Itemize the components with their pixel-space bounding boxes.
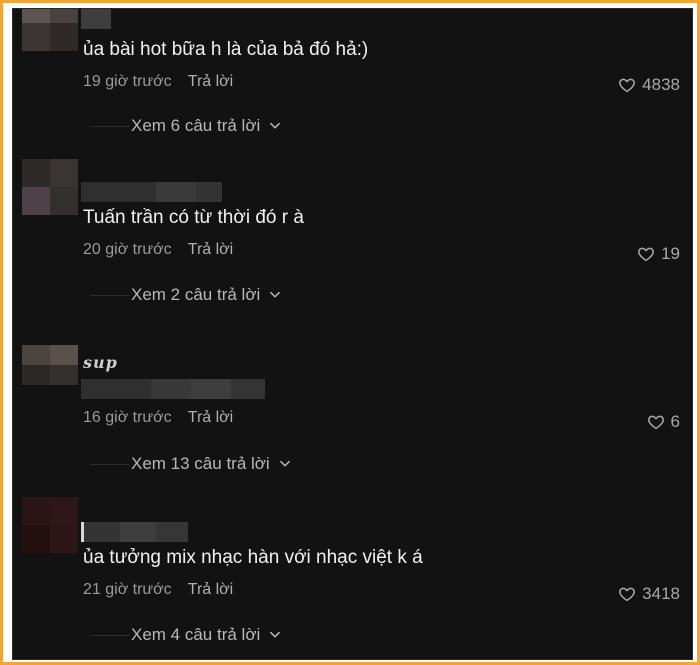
comment-time: 19 giờ trước xyxy=(83,73,172,90)
redaction-block xyxy=(151,379,191,399)
username-redacted[interactable] xyxy=(81,9,111,29)
avatar[interactable] xyxy=(22,9,78,51)
redaction-block xyxy=(120,522,156,542)
username-handle[interactable]: sup xyxy=(83,353,118,372)
redaction-block xyxy=(81,9,111,29)
comment-time: 16 giờ trước xyxy=(83,409,172,426)
avatar-pixel xyxy=(22,187,50,215)
like-count: 4838 xyxy=(642,75,680,94)
view-replies-button[interactable]: Xem 2 câu trả lời xyxy=(90,285,282,305)
like-button[interactable]: 3418 xyxy=(618,584,680,604)
avatar[interactable] xyxy=(22,159,78,215)
avatar-pixel xyxy=(22,345,50,365)
chevron-down-icon xyxy=(270,122,281,129)
comment-time: 21 giờ trước xyxy=(83,581,172,598)
view-replies-label: Xem 6 câu trả lời xyxy=(131,116,261,135)
like-button[interactable]: 6 xyxy=(647,412,680,432)
reply-button[interactable]: Trả lời xyxy=(188,409,233,426)
chevron-down-icon xyxy=(270,291,281,298)
avatar-pixel xyxy=(22,365,50,385)
like-count: 6 xyxy=(670,412,680,431)
comment-item: ủa tưởng mix nhạc hàn với nhạc việt k á … xyxy=(13,497,692,657)
reply-button[interactable]: Trả lời xyxy=(188,73,233,90)
heart-outline-icon xyxy=(638,247,654,262)
redaction-block xyxy=(84,522,120,542)
image-frame: ủa bài hot bữa h là của bả đó hả:) 19 gi… xyxy=(0,0,700,665)
avatar-pixel xyxy=(50,497,78,525)
avatar-pixel xyxy=(50,365,78,385)
view-replies-label: Xem 4 câu trả lời xyxy=(131,625,261,644)
comment-text: ủa bài hot bữa h là của bả đó hả:) xyxy=(83,39,369,60)
replies-divider xyxy=(90,294,130,296)
redaction-block xyxy=(156,522,188,542)
view-replies-label: Xem 13 câu trả lời xyxy=(131,454,270,473)
comment-meta: 19 giờ trước Trả lời xyxy=(83,73,233,91)
heart-outline-icon xyxy=(647,415,664,430)
view-replies-button[interactable]: Xem 4 câu trả lời xyxy=(90,625,282,645)
comment-item: sup 16 giờ trước Trả lời 6 Xem 13 câu tr… xyxy=(13,345,692,505)
avatar-pixel xyxy=(22,23,50,51)
comments-panel: ủa bài hot bữa h là của bả đó hả:) 19 gi… xyxy=(12,8,693,660)
avatar-pixel xyxy=(50,9,78,23)
comment-meta: 21 giờ trước Trả lời xyxy=(83,581,233,599)
chevron-down-icon xyxy=(270,631,281,638)
avatar-pixel xyxy=(22,525,50,553)
comment-item: Tuấn trần có từ thời đó r à 20 giờ trước… xyxy=(13,159,692,319)
replies-divider xyxy=(90,125,130,127)
redaction-block xyxy=(81,379,151,399)
like-button[interactable]: 19 xyxy=(637,244,680,264)
redaction-block xyxy=(231,379,265,399)
heart-outline-icon xyxy=(619,78,636,93)
heart-outline-icon xyxy=(619,587,636,602)
reply-button[interactable]: Trả lời xyxy=(188,581,233,598)
like-button[interactable]: 4838 xyxy=(618,75,680,95)
like-count: 19 xyxy=(661,244,680,263)
avatar-pixel xyxy=(50,345,78,365)
avatar[interactable] xyxy=(22,497,78,553)
avatar-pixel xyxy=(50,187,78,215)
avatar-pixel xyxy=(50,159,78,187)
comment-text: Tuấn trần có từ thời đó r à xyxy=(83,207,304,228)
avatar-pixel xyxy=(22,9,50,23)
username-redacted[interactable] xyxy=(81,182,222,202)
redaction-block xyxy=(81,182,156,202)
replies-divider xyxy=(90,463,130,465)
username-redacted[interactable] xyxy=(81,522,188,542)
redaction-block xyxy=(156,182,196,202)
avatar-pixel xyxy=(22,159,50,187)
avatar-pixel xyxy=(22,497,50,525)
comment-meta: 20 giờ trước Trả lời xyxy=(83,241,233,259)
comment-text: ủa tưởng mix nhạc hàn với nhạc việt k á xyxy=(83,547,423,568)
avatar-pixel xyxy=(50,525,78,553)
comment-time: 20 giờ trước xyxy=(83,241,172,258)
comment-meta: 16 giờ trước Trả lời xyxy=(83,409,233,427)
chevron-down-icon xyxy=(279,460,290,467)
like-count: 3418 xyxy=(642,584,680,603)
redaction-block xyxy=(191,379,231,399)
avatar-pixel xyxy=(50,23,78,51)
comment-item: ủa bài hot bữa h là của bả đó hả:) 19 gi… xyxy=(13,9,692,169)
avatar[interactable] xyxy=(22,345,78,385)
comment-text-redacted xyxy=(81,379,265,399)
reply-button[interactable]: Trả lời xyxy=(188,241,233,258)
view-replies-button[interactable]: Xem 6 câu trả lời xyxy=(90,116,282,136)
view-replies-button[interactable]: Xem 13 câu trả lời xyxy=(90,454,292,474)
view-replies-label: Xem 2 câu trả lời xyxy=(131,285,261,304)
redaction-block xyxy=(196,182,222,202)
replies-divider xyxy=(90,634,130,636)
